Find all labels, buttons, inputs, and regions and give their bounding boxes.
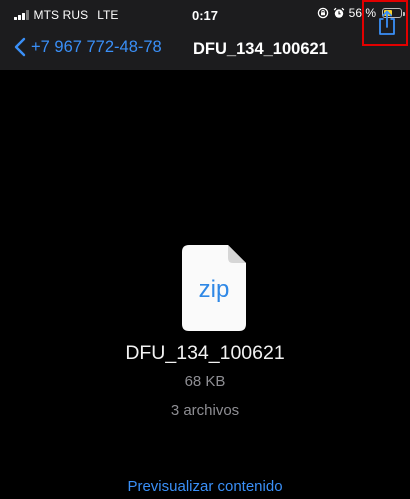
page-title: DFU_134_100621 <box>193 40 328 58</box>
file-count: 3 archivos <box>170 402 240 419</box>
share-button[interactable] <box>362 0 408 46</box>
status-bar: MTS RUS LTE 0:17 56 % <box>0 0 410 30</box>
nav-bar: +7 967 772-48-78 DFU_134_100621 <box>0 30 410 70</box>
zip-file-icon: zip <box>182 245 246 331</box>
file-name: DFU_134_100621 <box>125 342 285 364</box>
chevron-left-icon <box>14 37 26 57</box>
share-icon <box>379 10 395 35</box>
alarm-icon <box>333 7 344 18</box>
file-size: 68 KB <box>184 373 226 390</box>
back-label: +7 967 772-48-78 <box>31 37 162 56</box>
back-button[interactable]: +7 967 772-48-78 <box>14 37 162 57</box>
zip-icon-label: zip <box>199 276 230 303</box>
preview-content-link[interactable]: Previsualizar contenido <box>0 478 410 495</box>
rotation-lock-icon <box>317 7 328 19</box>
